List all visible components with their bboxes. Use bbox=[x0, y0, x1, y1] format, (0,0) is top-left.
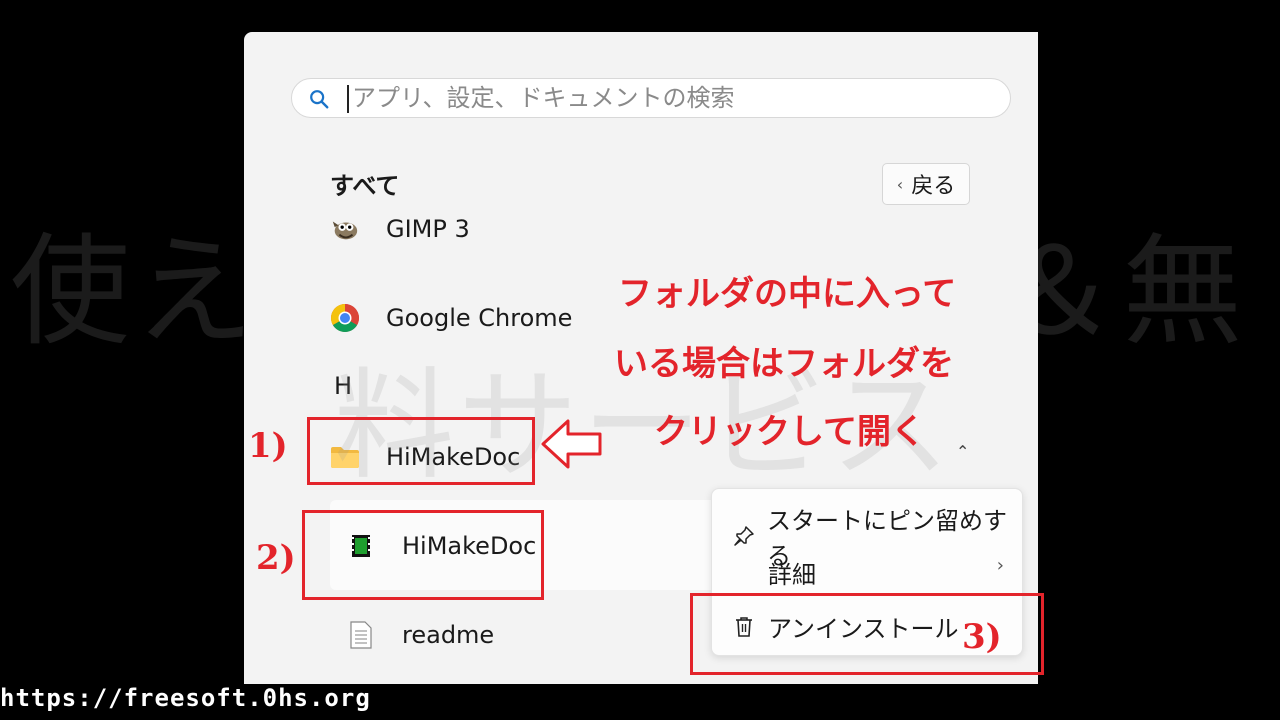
chevron-up-icon[interactable]: ⌃ bbox=[956, 442, 969, 461]
section-title-all: すべて bbox=[330, 172, 400, 200]
footer-url: https://freesoft.0hs.org bbox=[0, 684, 371, 712]
search-icon bbox=[310, 90, 329, 109]
annotation-note-line3: クリックして開く bbox=[654, 412, 925, 452]
back-button[interactable]: ‹ 戻る bbox=[882, 163, 970, 205]
chrome-icon bbox=[330, 303, 360, 333]
group-letter-h[interactable]: H bbox=[334, 372, 352, 400]
document-icon bbox=[346, 620, 376, 650]
menu-item-details[interactable]: 詳細 bbox=[712, 555, 816, 590]
menu-label-details: 詳細 bbox=[768, 561, 816, 589]
document-item-readme[interactable]: readme bbox=[346, 620, 494, 650]
arrow-left-icon bbox=[541, 419, 602, 469]
search-box[interactable]: アプリ、設定、ドキュメントの検索 bbox=[291, 78, 1011, 118]
text-caret bbox=[347, 85, 349, 113]
app-label-chrome: Google Chrome bbox=[386, 304, 573, 332]
search-placeholder: アプリ、設定、ドキュメントの検索 bbox=[352, 84, 735, 112]
highlight-box-folder bbox=[307, 417, 535, 485]
app-item-gimp[interactable]: GIMP 3 bbox=[330, 214, 470, 244]
document-label-readme: readme bbox=[402, 621, 495, 649]
step-label-3: 3) bbox=[962, 617, 1002, 657]
step-label-1: 1) bbox=[248, 426, 288, 466]
chevron-right-icon: › bbox=[996, 555, 1004, 576]
chevron-left-icon: ‹ bbox=[896, 174, 904, 194]
annotation-note-line2: いる場合はフォルダを bbox=[614, 344, 954, 384]
back-label: 戻る bbox=[911, 174, 956, 199]
step-label-2: 2) bbox=[256, 538, 296, 578]
app-item-chrome[interactable]: Google Chrome bbox=[330, 303, 572, 333]
highlight-box-app bbox=[302, 510, 544, 600]
pin-icon bbox=[730, 522, 757, 550]
gimp-icon bbox=[330, 214, 360, 244]
app-label-gimp: GIMP 3 bbox=[386, 215, 470, 243]
annotation-note-line1: フォルダの中に入って bbox=[618, 274, 957, 314]
